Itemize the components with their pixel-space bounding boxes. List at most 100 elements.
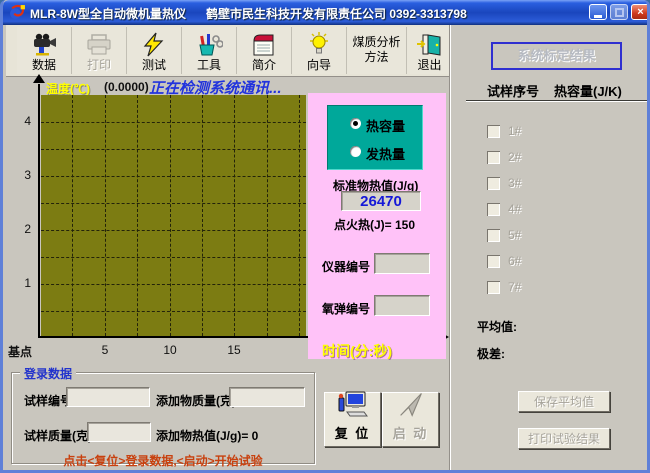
toolbar-button-tools[interactable]: 工具 <box>182 27 237 74</box>
x-origin-label: 基点 <box>8 343 32 360</box>
x-tick-label: 5 <box>93 343 117 357</box>
checkbox-label: 6# <box>508 254 521 268</box>
toolbar-button-intro[interactable]: 简介 <box>237 27 292 74</box>
toolbar-label: 退出 <box>417 58 441 72</box>
y-axis-line <box>38 84 40 338</box>
calibration-results-title: 系统标定结果 <box>491 42 622 70</box>
range-label: 极差: <box>477 345 505 362</box>
lightbulb-icon <box>306 32 332 58</box>
sample-no-input[interactable] <box>67 388 149 406</box>
tools-icon <box>196 33 223 58</box>
reset-button[interactable]: 复 位 <box>324 392 381 447</box>
gridline-vertical <box>137 95 138 336</box>
sample-mass-label: 试样质量(克) <box>24 427 92 444</box>
radio-calorific-value[interactable] <box>350 146 361 157</box>
minimize-icon <box>594 15 602 18</box>
additive-mass-label: 添加物质量(克) <box>156 392 236 409</box>
checkbox-sample-7 <box>487 281 500 294</box>
radio-heat-capacity[interactable] <box>350 118 361 129</box>
camera-icon <box>31 33 58 58</box>
instrument-no-input[interactable] <box>375 254 429 273</box>
maximize-icon <box>615 8 624 17</box>
gridline-vertical <box>299 95 300 336</box>
y-axis-arrow <box>33 74 45 83</box>
instrument-no-label: 仪器编号 <box>322 258 370 275</box>
groupbox-title: 登录数据 <box>20 365 76 382</box>
toolbar-label: 数据 <box>32 58 56 72</box>
checkbox-label: 2# <box>508 150 521 164</box>
standard-heat-field-frame <box>341 191 421 211</box>
title-bar[interactable]: MLR-8W型全自动微机量热仪 鹤壁市民生科技开发有限责任公司 0392-331… <box>3 0 650 25</box>
toolbar-label: 简介 <box>252 58 276 72</box>
instrument-no-field-frame <box>374 253 430 274</box>
y-tick-label: 3 <box>15 168 31 182</box>
radio-heat-capacity-label: 热容量 <box>366 116 405 135</box>
checkbox-label: 7# <box>508 280 521 294</box>
checkbox-label: 1# <box>508 124 521 138</box>
start-arrow-icon <box>396 390 426 423</box>
sample-mass-field-frame <box>87 422 151 442</box>
bomb-no-field-frame <box>374 295 430 316</box>
toolbar-button-wizard[interactable]: 向导 <box>292 27 347 74</box>
x-tick-label: 15 <box>222 343 246 357</box>
average-label: 平均值: <box>477 318 517 335</box>
sample-mass-input[interactable] <box>88 423 150 441</box>
toolbar: 数据 打印 测试 工具 简介 向导 煤质分析方法 退出 <box>6 25 449 77</box>
toolbar-button-print: 打印 <box>72 27 127 74</box>
checkbox-label: 4# <box>508 202 521 216</box>
gridline-vertical <box>267 95 268 336</box>
y-tick-label: 4 <box>15 114 31 128</box>
results-panel: 系统标定结果 试样序号 热容量(J/K) 1# 2# 3# 4# 5# 6# 7… <box>449 25 650 470</box>
gridline-vertical <box>202 95 203 336</box>
start-button: 启 动 <box>382 392 439 447</box>
gridline-vertical <box>105 95 106 336</box>
operation-hint: 点击<复位>登录数据,<启动>开始试验 <box>12 452 314 469</box>
radio-calorific-value-label: 发热量 <box>366 144 405 163</box>
minimize-button[interactable] <box>589 4 607 20</box>
column-header-capacity: 热容量(J/K) <box>554 81 622 100</box>
app-icon <box>9 4 26 21</box>
print-results-button: 打印试验结果 <box>518 428 610 449</box>
maximize-button[interactable] <box>610 4 628 20</box>
mode-selector-box: 热容量 发热量 <box>327 105 423 170</box>
sample-no-label: 试样编号 <box>24 392 72 409</box>
checkbox-label: 5# <box>508 228 521 242</box>
chart-plot-area <box>41 95 306 336</box>
checkbox-sample-2 <box>487 151 500 164</box>
current-temperature-value: (0.0000) <box>104 80 149 94</box>
toolbar-button-data[interactable]: 数据 <box>17 27 72 74</box>
close-button[interactable]: × <box>631 4 650 20</box>
computer-icon <box>337 390 369 423</box>
toolbar-label: 煤质分析方法 <box>351 35 403 65</box>
standard-heat-input[interactable] <box>342 192 420 210</box>
toolbar-button-test[interactable]: 测试 <box>127 27 182 74</box>
exit-door-icon <box>416 33 443 58</box>
bomb-no-input[interactable] <box>375 296 429 315</box>
save-average-button: 保存平均值 <box>518 391 610 412</box>
toolbar-label: 测试 <box>142 58 166 72</box>
ignition-heat-text: 点火热(J)= 150 <box>334 216 415 233</box>
x-tick-label: 10 <box>158 343 182 357</box>
login-data-groupbox: 登录数据 试样编号 添加物质量(克) 试样质量(克) 添加物热值(J/g)= 0… <box>11 372 315 464</box>
bomb-no-label: 氧弹编号 <box>322 300 370 317</box>
control-panel: 热容量 发热量 标准物热值(J/g) 点火热(J)= 150 仪器编号 氧弹编号… <box>308 93 446 359</box>
x-axis-title: 时间(分:秒) <box>322 341 392 361</box>
checkbox-sample-3 <box>487 177 500 190</box>
checkbox-label: 3# <box>508 176 521 190</box>
window-company-title: 鹤壁市民生科技开发有限责任公司 0392-3313798 <box>206 5 467 22</box>
notebook-icon <box>251 33 277 58</box>
toolbar-label: 向导 <box>307 58 331 72</box>
checkbox-sample-1 <box>487 125 500 138</box>
y-tick-label: 1 <box>15 276 31 290</box>
toolbar-button-coal-analysis[interactable]: 煤质分析方法 <box>347 27 407 74</box>
start-button-label: 启 动 <box>393 423 429 442</box>
additive-mass-input[interactable] <box>230 388 304 406</box>
y-tick-label: 2 <box>15 222 31 236</box>
printer-icon <box>86 33 112 58</box>
toolbar-label: 打印 <box>87 58 111 72</box>
toolbar-button-exit[interactable]: 退出 <box>407 27 452 74</box>
checkbox-sample-5 <box>487 229 500 242</box>
gridline-vertical <box>234 95 235 336</box>
header-divider <box>466 100 648 101</box>
additive-heat-text: 添加物热值(J/g)= 0 <box>156 427 258 444</box>
